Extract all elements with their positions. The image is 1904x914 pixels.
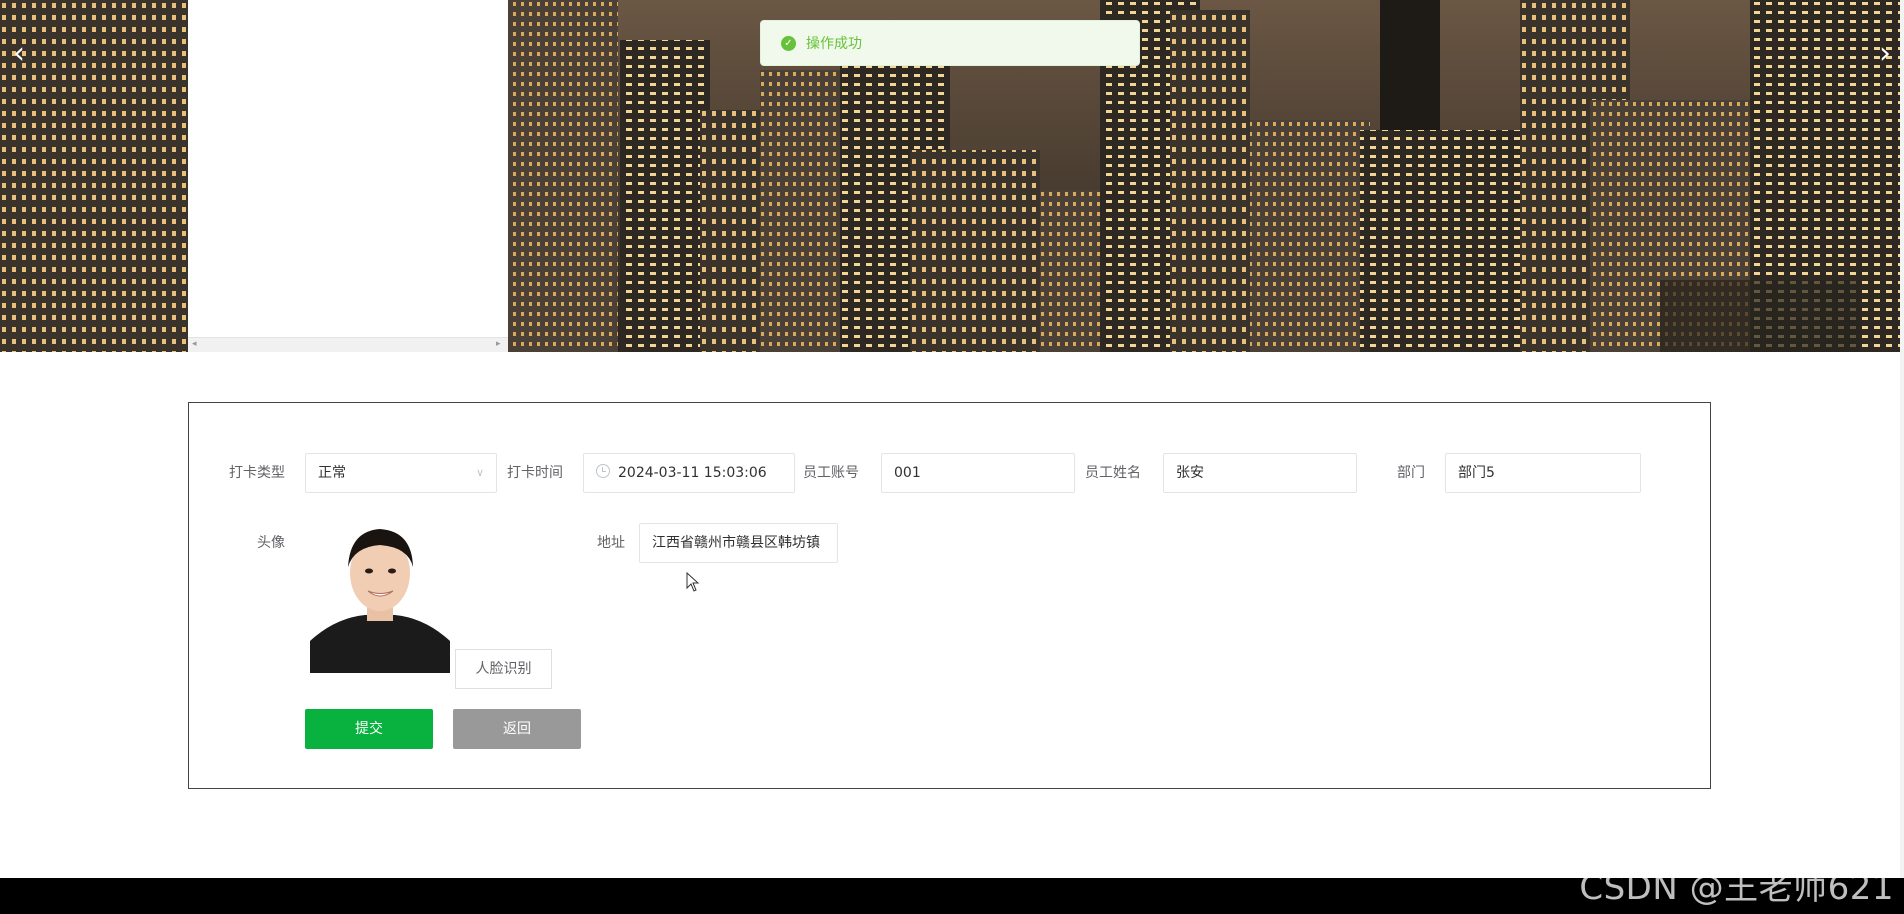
punch-type-select[interactable]: 正常 ∨ xyxy=(305,453,497,493)
address-input[interactable]: 江西省赣州市赣县区韩坊镇 xyxy=(639,523,838,563)
horizontal-scrollbar[interactable]: ◂ ▸ xyxy=(188,337,508,352)
carousel-next-icon[interactable]: › xyxy=(1870,36,1900,72)
back-button[interactable]: 返回 xyxy=(453,709,581,749)
employee-name-label: 员工姓名 xyxy=(1085,465,1141,481)
avatar-label: 头像 xyxy=(257,535,285,551)
punch-type-value: 正常 xyxy=(318,465,346,481)
scroll-right-icon[interactable]: ▸ xyxy=(496,340,504,349)
punch-form: 打卡类型 正常 ∨ 打卡时间 2024-03-11 15:03:06 员工账号 … xyxy=(188,402,1711,789)
punch-time-label: 打卡时间 xyxy=(507,465,563,481)
department-label: 部门 xyxy=(1397,465,1425,481)
face-recognition-button[interactable]: 人脸识别 xyxy=(455,649,552,689)
employee-account-label: 员工账号 xyxy=(803,465,859,481)
punch-time-picker[interactable]: 2024-03-11 15:03:06 xyxy=(583,453,795,493)
clock-icon xyxy=(596,464,610,478)
mouse-cursor-icon xyxy=(686,572,700,592)
employee-name-input[interactable]: 张安 xyxy=(1163,453,1357,493)
success-check-icon: ✓ xyxy=(781,35,796,51)
employee-account-input[interactable]: 001 xyxy=(881,453,1075,493)
punch-time-value: 2024-03-11 15:03:06 xyxy=(618,465,767,481)
address-label: 地址 xyxy=(597,535,625,551)
scroll-left-icon[interactable]: ◂ xyxy=(192,340,200,349)
department-input[interactable]: 部门5 xyxy=(1445,453,1641,493)
chevron-down-icon: ∨ xyxy=(475,466,484,479)
submit-button[interactable]: 提交 xyxy=(305,709,433,749)
success-toast: ✓ 操作成功 xyxy=(760,20,1140,66)
scroll-panel: ◂ ▸ xyxy=(188,0,508,352)
csdn-watermark: CSDN @王老师621 xyxy=(1579,868,1894,908)
person-photo-icon xyxy=(310,523,450,673)
punch-type-label: 打卡类型 xyxy=(229,465,285,481)
carousel-prev-icon[interactable]: ‹ xyxy=(4,36,34,72)
vertical-scrollbar[interactable] xyxy=(1900,0,1904,878)
avatar-image[interactable] xyxy=(310,523,450,673)
toast-message: 操作成功 xyxy=(806,36,862,52)
